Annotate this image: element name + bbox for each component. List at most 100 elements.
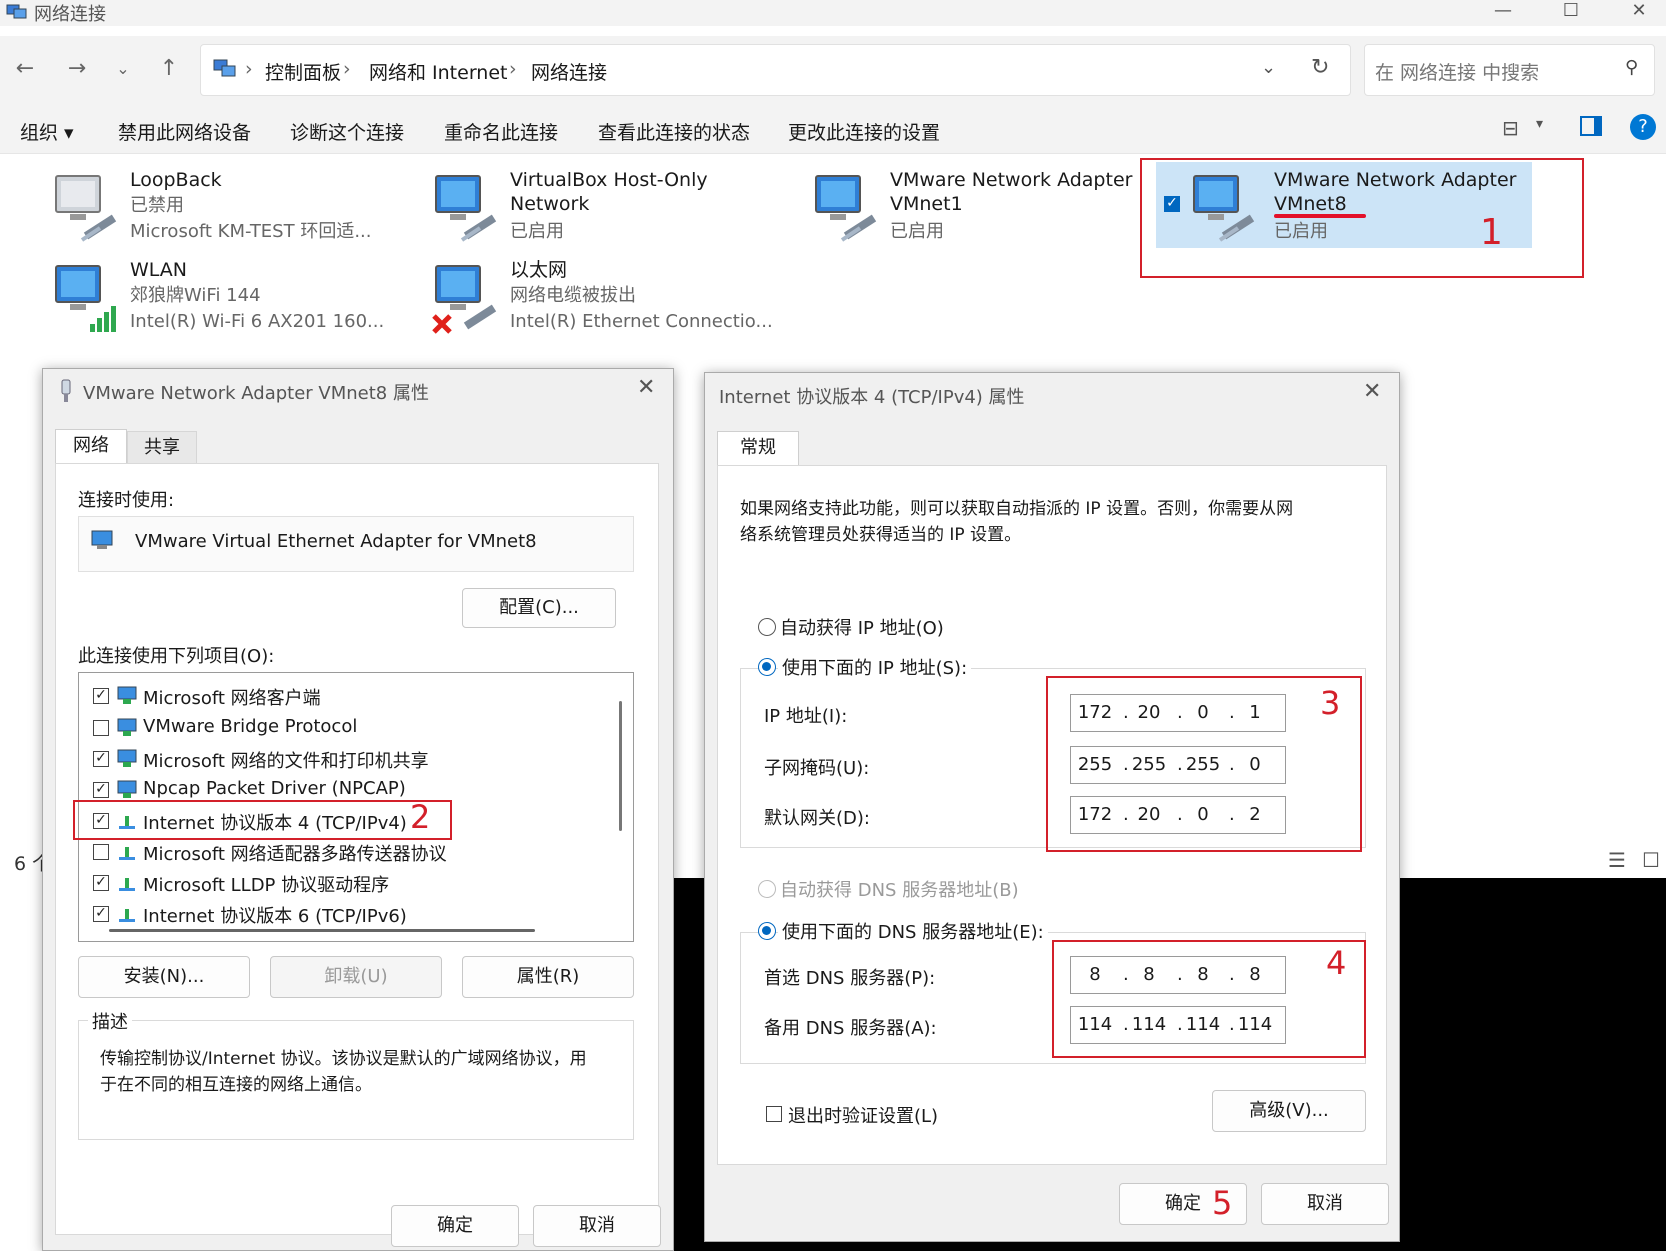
adapter-wlan[interactable]: WLAN 郊狼牌WiFi 144 Intel(R) Wi-Fi 6 AX201 …: [52, 258, 412, 342]
search-icon[interactable]: ⚲: [1625, 57, 1638, 78]
tab-general[interactable]: 常规: [717, 431, 799, 465]
item-checkbox[interactable]: [93, 844, 109, 860]
minimize-button[interactable]: —: [1468, 0, 1538, 26]
change-settings-command[interactable]: 更改此连接的设置: [788, 118, 940, 145]
window-title: 网络连接: [34, 4, 106, 25]
breadcrumb-control-panel[interactable]: 控制面板: [265, 58, 341, 85]
auto-ip-label[interactable]: 自动获得 IP 地址(O): [780, 614, 944, 640]
help-icon[interactable]: ?: [1630, 114, 1656, 140]
adapter-virtualbox[interactable]: VirtualBox Host-Only Network 已启用: [432, 168, 792, 252]
manual-ip-label[interactable]: 使用下面的 IP 地址(S):: [778, 654, 972, 680]
cancel-button[interactable]: 取消: [533, 1205, 661, 1247]
wifi-adapter-icon: [55, 265, 116, 332]
up-arrow-icon[interactable]: ↑: [154, 54, 184, 84]
disable-device-command[interactable]: 禁用此网络设备: [118, 118, 251, 145]
adapter-name-line2: Network: [510, 193, 590, 215]
network-adapter-disabled-icon: [55, 175, 117, 242]
organize-menu[interactable]: 组织 ▾: [20, 118, 74, 145]
back-arrow-icon[interactable]: ←: [10, 54, 40, 84]
uninstall-button[interactable]: 卸载(U): [270, 956, 442, 998]
breadcrumb-network-connections[interactable]: 网络连接: [531, 58, 607, 85]
list-item[interactable]: ✓ Microsoft 网络客户端: [93, 681, 573, 711]
recent-dropdown-icon[interactable]: ⌄: [108, 54, 138, 84]
item-label: Internet 协议版本 6 (TCP/IPv6): [143, 906, 407, 927]
description-text-line1: 传输控制协议/Internet 协议。该协议是默认的广域网络协议，用: [100, 1049, 587, 1069]
large-icons-view-icon[interactable]: ☐: [1642, 848, 1660, 872]
tab-network[interactable]: 网络: [55, 429, 127, 463]
refresh-icon[interactable]: ↻: [1311, 55, 1329, 80]
item-label: Microsoft 网络适配器多路传送器协议: [143, 844, 447, 865]
ok-button[interactable]: 确定: [391, 1205, 519, 1247]
view-dropdown-icon[interactable]: ▾: [1536, 116, 1543, 132]
validate-label[interactable]: 退出时验证设置(L): [788, 1102, 938, 1128]
item-checkbox[interactable]: ✓: [93, 906, 109, 922]
address-dropdown-icon[interactable]: ⌄: [1261, 57, 1276, 78]
diagnose-command[interactable]: 诊断这个连接: [290, 118, 404, 145]
advanced-button[interactable]: 高级(V)...: [1212, 1090, 1366, 1132]
protocol-icon: [119, 909, 135, 922]
adapter-loopback[interactable]: LoopBack 已禁用 Microsoft KM-TEST 环回适...: [52, 168, 412, 252]
manual-ip-radio[interactable]: [758, 658, 776, 676]
cancel-button[interactable]: 取消: [1261, 1183, 1389, 1225]
search-box[interactable]: 在 网络连接 中搜索 ⚲: [1364, 44, 1655, 96]
adapter-ethernet[interactable]: 以太网 网络电缆被拔出 Intel(R) Ethernet Connectio.…: [432, 258, 792, 342]
item-checkbox[interactable]: ✓: [93, 875, 109, 891]
view-options-icon[interactable]: ⊟: [1502, 116, 1519, 140]
vertical-scrollbar[interactable]: [619, 701, 622, 831]
item-checkbox[interactable]: ✓: [93, 782, 109, 798]
close-button[interactable]: ✕: [1604, 0, 1666, 26]
preview-pane-icon[interactable]: [1580, 116, 1602, 136]
dialog-title: Internet 协议版本 4 (TCP/IPv4) 属性: [719, 387, 1025, 408]
adapter-device: Microsoft KM-TEST 环回适...: [130, 221, 372, 242]
network-service-icon: [117, 780, 137, 798]
breadcrumb-network-internet[interactable]: 网络和 Internet: [369, 58, 507, 85]
adapter-vmnet1[interactable]: VMware Network Adapter VMnet1 已启用: [812, 168, 1172, 252]
items-label: 此连接使用下列项目(O):: [78, 646, 275, 667]
list-item[interactable]: Microsoft 网络适配器多路传送器协议: [93, 837, 573, 867]
manual-dns-radio[interactable]: [758, 922, 776, 940]
breadcrumb-separator: ›: [509, 58, 517, 80]
list-item[interactable]: VMware Bridge Protocol: [93, 713, 573, 743]
ip-address-label: IP 地址(I):: [764, 706, 848, 727]
breadcrumb-separator: ›: [245, 58, 253, 80]
network-service-icon: [117, 718, 137, 736]
view-status-command[interactable]: 查看此连接的状态: [598, 118, 750, 145]
adapter-device: Intel(R) Ethernet Connectio...: [510, 311, 773, 332]
tab-sharing[interactable]: 共享: [127, 431, 197, 465]
auto-dns-label[interactable]: 自动获得 DNS 服务器地址(B): [780, 876, 1019, 902]
list-item[interactable]: ✓ Microsoft 网络的文件和打印机共享: [93, 744, 573, 774]
adapter-device: Intel(R) Wi-Fi 6 AX201 160...: [130, 311, 385, 332]
annotation-number-4: 4: [1326, 944, 1347, 982]
item-label: Microsoft 网络的文件和打印机共享: [143, 751, 429, 772]
adapter-status: 郊狼牌WiFi 144: [130, 285, 261, 306]
forward-arrow-icon[interactable]: →: [62, 54, 92, 84]
item-checkbox[interactable]: [93, 720, 109, 736]
dialog-title: VMware Network Adapter VMnet8 属性: [83, 383, 429, 404]
adapter-status: 已禁用: [130, 195, 184, 216]
horizontal-scrollbar[interactable]: [109, 929, 535, 932]
network-unplugged-icon: [432, 265, 497, 334]
annotation-box-3: [1046, 676, 1362, 852]
item-checkbox[interactable]: ✓: [93, 688, 109, 704]
auto-ip-radio[interactable]: [758, 618, 776, 636]
item-checkbox[interactable]: ✓: [93, 751, 109, 767]
command-bar: 组织 ▾ 禁用此网络设备 诊断这个连接 重命名此连接 查看此连接的状态 更改此连…: [0, 106, 1666, 154]
properties-button[interactable]: 属性(R): [462, 956, 634, 998]
rename-command[interactable]: 重命名此连接: [444, 118, 558, 145]
list-item[interactable]: ✓ Internet 协议版本 6 (TCP/IPv6): [93, 899, 573, 929]
close-icon[interactable]: ✕: [1363, 379, 1381, 404]
manual-dns-label[interactable]: 使用下面的 DNS 服务器地址(E):: [778, 918, 1048, 944]
annotation-number-5: 5: [1212, 1184, 1233, 1222]
close-icon[interactable]: ✕: [637, 375, 655, 400]
network-connections-icon: [6, 4, 27, 19]
network-service-icon: [117, 749, 137, 767]
validate-checkbox[interactable]: [766, 1106, 782, 1122]
configure-button[interactable]: 配置(C)...: [462, 588, 616, 628]
install-button[interactable]: 安装(N)...: [78, 956, 250, 998]
maximize-button[interactable]: ☐: [1536, 0, 1606, 26]
details-view-icon[interactable]: ☰: [1608, 848, 1626, 872]
auto-dns-radio[interactable]: [758, 880, 776, 898]
address-bar[interactable]: › 控制面板 › 网络和 Internet › 网络连接 ⌄ ↻: [200, 44, 1351, 96]
adapter-status: 网络电缆被拔出: [510, 285, 636, 306]
list-item[interactable]: ✓ Microsoft LLDP 协议驱动程序: [93, 868, 573, 898]
